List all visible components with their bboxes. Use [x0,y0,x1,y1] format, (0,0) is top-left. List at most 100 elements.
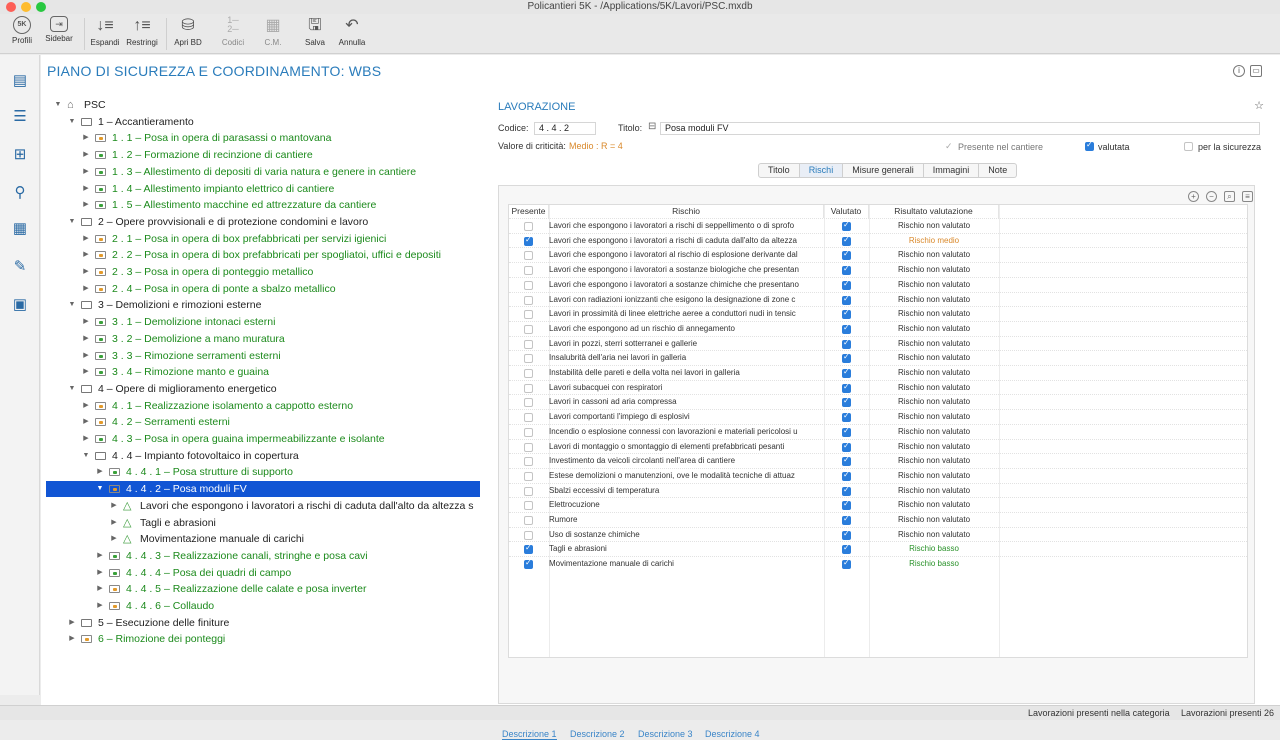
list-icon[interactable]: ☰ [10,107,30,127]
tree-item[interactable]: ▼ 4 – Opere di miglioramento energetico [46,381,480,397]
col-rischio[interactable]: Rischio [549,205,824,218]
valutato-row-checkbox[interactable] [842,455,851,467]
valutato-row-checkbox[interactable] [842,294,851,305]
presente-row-checkbox[interactable] [524,324,533,334]
annulla-button[interactable]: ↶ Annulla [330,16,374,47]
tab-titolo[interactable]: Titolo [758,163,800,178]
presente-row-checkbox[interactable] [524,251,533,261]
valutato-row-checkbox[interactable] [842,264,851,276]
codice-field[interactable]: 4 . 4 . 2 [534,122,596,135]
tab-misure-generali[interactable]: Misure generali [843,163,924,178]
chevron-right-icon[interactable]: ▶ [96,581,104,597]
valutato-row-checkbox[interactable] [842,441,851,452]
tree-item[interactable]: ▼ 1 – Accantieramento [46,114,480,130]
tree-item[interactable]: ▼ 4 . 4 . 2 – Posa moduli FV [46,481,480,498]
chevron-right-icon[interactable]: ▶ [68,615,76,631]
tree-item[interactable]: ▶ 4 . 4 . 3 – Realizzazione canali, strin… [46,548,480,564]
presente-row-checkbox[interactable] [524,501,533,511]
presente-row-checkbox[interactable] [524,413,533,423]
risk-row[interactable]: Uso di sostanze chimiche Rischio non valu… [509,526,1247,542]
zoom-window-button[interactable] [36,2,46,12]
chevron-down-icon[interactable]: ▼ [68,114,76,130]
tree-item[interactable]: ▼ 4 . 4 – Impianto fotovoltaico in copert… [46,448,480,464]
tab-descrizione-3[interactable]: Descrizione 3 [638,729,693,739]
tree-item[interactable]: ▶ 3 . 1 – Demolizione intonaci esterni [46,314,480,330]
presente-row-checkbox[interactable] [524,530,533,540]
search-doc-icon[interactable]: ⌕ [1224,191,1235,202]
star-icon[interactable]: ☆ [1253,101,1265,113]
cm-button[interactable]: ▦ C.M. [251,16,295,47]
risk-row[interactable]: Lavori che espongono i lavoratori a risc… [509,218,1247,233]
tree-item[interactable]: ▶ 2 . 4 – Posa in opera di ponte a sbalzo… [46,281,480,297]
presente-row-checkbox[interactable] [524,222,533,231]
valutato-row-checkbox[interactable] [842,529,851,540]
presente-row-checkbox[interactable] [524,442,533,452]
chevron-right-icon[interactable]: ▶ [110,531,118,547]
risk-row[interactable]: Lavori di montaggio o smontaggio di elem… [509,438,1247,454]
tree-item[interactable]: ▶ 4 . 1 – Realizzazione isolamento a capp… [46,398,480,414]
chevron-right-icon[interactable]: ▶ [82,147,90,163]
tree-item[interactable]: ▶ △ Tagli e abrasioni [46,515,480,531]
risk-row[interactable]: Tagli e abrasioni Rischio basso [509,541,1247,556]
col-valutato[interactable]: Valutato [824,205,869,218]
sidebar-button[interactable]: ⇥ Sidebar [37,16,81,43]
valutato-row-checkbox[interactable] [842,558,851,570]
presente-row-checkbox[interactable] [524,339,533,349]
valutato-row-checkbox[interactable] [842,411,851,423]
tab-immagini[interactable]: Immagini [923,163,980,178]
tree-item[interactable]: ▶ 1 . 5 – Allestimento macchine ed attrez… [46,197,480,213]
risk-row[interactable]: Lavori in pozzi, sterri sotterranei e ga… [509,335,1247,351]
presente-row-checkbox[interactable] [524,383,533,393]
valutato-row-checkbox[interactable] [842,514,851,525]
tree-item[interactable]: ▼ 3 – Demolizioni e rimozioni esterne [46,297,480,313]
presente-row-checkbox[interactable] [524,486,533,496]
chevron-down-icon[interactable]: ▼ [54,97,62,113]
edit-icon[interactable]: ✎ [10,257,30,277]
risk-row[interactable]: Sbalzi eccessivi di temperatura Rischio n… [509,482,1247,498]
chevron-down-icon[interactable]: ▼ [68,381,76,397]
document-icon[interactable]: ▤ [10,71,30,91]
col-risultato[interactable]: Risultato valutazione [869,205,999,218]
calendar-icon[interactable]: ▣ [10,295,30,315]
risk-row[interactable]: Lavori con radiazioni ionizzanti che esi… [509,291,1247,307]
risk-row[interactable]: Insalubrità dell'aria nei lavori in gall… [509,350,1247,365]
chevron-right-icon[interactable]: ▶ [82,414,90,430]
tree-item[interactable]: ▶ 4 . 3 – Posa in opera guaina impermeabi… [46,431,480,447]
valutato-row-checkbox[interactable] [842,323,851,334]
chevron-down-icon[interactable]: ▼ [68,297,76,313]
risk-row[interactable]: Lavori che espongono i lavoratori a sost… [509,262,1247,277]
risk-row[interactable]: Lavori comportanti l'impiego di esplosiv… [509,409,1247,424]
presente-row-checkbox[interactable] [524,543,533,555]
chevron-right-icon[interactable]: ▶ [82,164,90,180]
presente-row-checkbox[interactable] [524,369,533,378]
presente-row-checkbox[interactable] [524,354,533,364]
valutato-row-checkbox[interactable] [842,352,851,364]
valutato-row-checkbox[interactable] [842,499,851,511]
sicurezza-checkbox[interactable] [1184,142,1193,151]
presente-row-checkbox[interactable] [524,235,533,246]
chevron-right-icon[interactable]: ▶ [82,247,90,263]
presente-row-checkbox[interactable] [524,310,533,320]
tree-item[interactable]: ▶ 4 . 4 . 6 – Collaudo [46,598,480,614]
risk-row[interactable]: Lavori che espongono i lavoratori a risc… [509,232,1247,248]
tree-item[interactable]: ▼ ⌂ PSC [46,97,480,113]
tab-descrizione-2[interactable]: Descrizione 2 [570,729,625,739]
presente-row-checkbox[interactable] [524,558,533,570]
minimize-window-button[interactable] [21,2,31,12]
risk-row[interactable]: Lavori che espongono i lavoratori al ris… [509,247,1247,262]
chevron-right-icon[interactable]: ▶ [96,464,104,480]
risk-row[interactable]: Incendio o esplosione connessi con lavor… [509,423,1247,439]
tree-item[interactable]: ▶ 1 . 2 – Formazione di recinzione di can… [46,147,480,163]
tree-item[interactable]: ▶ 2 . 3 – Posa in opera di ponteggio meta… [46,264,480,280]
network-icon[interactable]: ⊞ [10,145,30,165]
chevron-right-icon[interactable]: ▶ [82,130,90,146]
apri-bd-button[interactable]: ⛁ Apri BD [166,16,210,47]
restringi-button[interactable]: ↑≡ Restringi [120,16,164,47]
chevron-right-icon[interactable]: ▶ [110,515,118,531]
tree-item[interactable]: ▶ 4 . 4 . 4 – Posa dei quadri di campo [46,565,480,581]
chevron-right-icon[interactable]: ▶ [96,548,104,564]
risk-row[interactable]: Instabilità delle pareti e della volta n… [509,365,1247,380]
tree-item[interactable]: ▶ 4 . 4 . 5 – Realizzazione delle calate … [46,581,480,597]
presente-row-checkbox[interactable] [524,471,533,481]
chevron-down-icon[interactable]: ▼ [96,481,104,497]
